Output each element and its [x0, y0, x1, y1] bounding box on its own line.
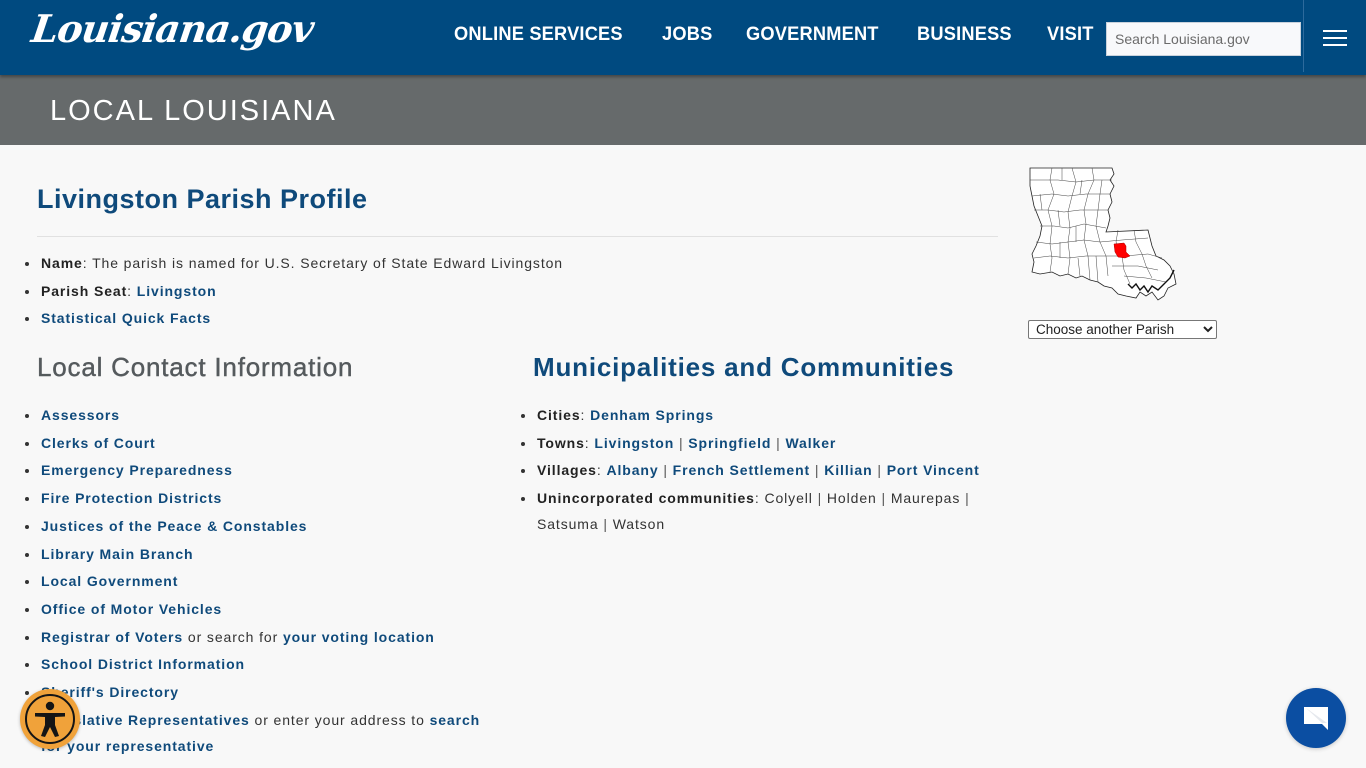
louisiana-parish-map[interactable] — [1028, 166, 1180, 302]
state-outline — [1029, 167, 1177, 301]
list-item: Cities: Denham Springs — [521, 402, 991, 430]
town-link[interactable]: Livingston — [594, 435, 674, 451]
list-item: Office of Motor Vehicles — [25, 596, 495, 624]
contact-heading: Local Contact Information — [37, 352, 354, 382]
top-navigation-bar: Louisiana.gov ONLINE SERVICES JOBS GOVER… — [0, 0, 1366, 75]
village-link[interactable]: French Settlement — [673, 462, 810, 478]
chat-button[interactable] — [1286, 688, 1346, 748]
town-link[interactable]: Springfield — [688, 435, 771, 451]
unincorporated-label: Unincorporated communities — [537, 490, 755, 507]
hamburger-line — [1323, 30, 1347, 32]
registrar-link[interactable]: Registrar of Voters — [41, 629, 183, 645]
section-title: LOCAL LOUISIANA — [50, 95, 337, 127]
parish-seat-label: Parish Seat — [41, 282, 128, 299]
parish-seat-link[interactable]: Livingston — [137, 283, 217, 299]
emergency-preparedness-link[interactable]: Emergency Preparedness — [41, 462, 233, 478]
school-district-link[interactable]: School District Information — [41, 656, 245, 672]
municipalities-list: Cities: Denham Springs Towns: Livingston… — [521, 402, 991, 537]
clerks-of-court-link[interactable]: Clerks of Court — [41, 435, 156, 451]
main-nav: ONLINE SERVICES JOBS GOVERNMENT BUSINESS… — [454, 24, 1096, 46]
nav-divider — [1303, 0, 1304, 72]
name-label: Name — [41, 255, 83, 271]
assessors-link[interactable]: Assessors — [41, 407, 120, 423]
quick-facts-link[interactable]: Statistical Quick Facts — [41, 310, 211, 326]
community-name: Watson — [612, 516, 666, 533]
nav-visit[interactable]: VISIT — [1047, 24, 1094, 46]
contact-list: Assessors Clerks of Court Emergency Prep… — [25, 402, 495, 759]
motor-vehicles-link[interactable]: Office of Motor Vehicles — [41, 601, 222, 617]
list-item: Legislative Representatives or enter you… — [25, 707, 495, 759]
town-link[interactable]: Walker — [785, 435, 836, 451]
list-item: Sheriff's Directory — [25, 679, 495, 707]
community-name: Maurepas — [890, 490, 961, 507]
towns-label: Towns — [537, 434, 585, 451]
list-item: Justices of the Peace & Constables — [25, 513, 495, 541]
list-item: Statistical Quick Facts — [25, 305, 563, 333]
hamburger-menu-icon[interactable] — [1323, 30, 1347, 46]
community-name: Colyell — [764, 490, 813, 507]
list-item: Clerks of Court — [25, 430, 495, 458]
local-government-link[interactable]: Local Government — [41, 573, 178, 589]
page-title: Livingston Parish Profile — [37, 184, 368, 214]
accessibility-button[interactable] — [20, 689, 80, 749]
villages-label: Villages — [537, 462, 597, 479]
nav-jobs[interactable]: JOBS — [662, 24, 712, 46]
search-input[interactable] — [1106, 22, 1301, 56]
list-item: Library Main Branch — [25, 541, 495, 569]
name-text: The parish is named for U.S. Secretary o… — [92, 255, 563, 271]
list-item: Registrar of Voters or search for your v… — [25, 624, 495, 652]
parish-select[interactable]: Choose another Parish — [1028, 320, 1217, 339]
list-item: Name: The parish is named for U.S. Secre… — [25, 250, 563, 278]
accessibility-icon — [35, 701, 65, 737]
village-link[interactable]: Port Vincent — [887, 462, 980, 478]
chat-icon — [1304, 707, 1328, 730]
list-item: Unincorporated communities: Colyell | Ho… — [521, 485, 991, 537]
list-item: Emergency Preparedness — [25, 457, 495, 485]
registrar-text: or search for — [183, 628, 283, 645]
hamburger-line — [1323, 37, 1347, 39]
village-link[interactable]: Albany — [606, 462, 658, 478]
village-link[interactable]: Killian — [824, 462, 872, 478]
list-item: Local Government — [25, 568, 495, 596]
list-item: Villages: Albany | French Settlement | K… — [521, 457, 991, 485]
title-divider — [37, 236, 998, 237]
section-banner: LOCAL LOUISIANA — [0, 75, 1366, 145]
justices-link[interactable]: Justices of the Peace & Constables — [41, 518, 307, 534]
nav-government[interactable]: GOVERNMENT — [746, 24, 879, 46]
list-item: School District Information — [25, 651, 495, 679]
library-link[interactable]: Library Main Branch — [41, 546, 193, 562]
reps-text: or enter your address to — [249, 711, 430, 728]
nav-business[interactable]: BUSINESS — [917, 24, 1012, 46]
hamburger-line — [1323, 44, 1347, 46]
fire-protection-link[interactable]: Fire Protection Districts — [41, 490, 222, 506]
community-name: Satsuma — [537, 516, 599, 533]
voting-location-link[interactable]: your voting location — [283, 629, 435, 645]
site-logo[interactable]: Louisiana.gov — [29, 6, 316, 51]
municipalities-heading: Municipalities and Communities — [533, 352, 955, 382]
nav-online-services[interactable]: ONLINE SERVICES — [454, 24, 623, 46]
cities-label: Cities — [537, 407, 581, 423]
profile-list: Name: The parish is named for U.S. Secre… — [25, 250, 563, 333]
list-item: Parish Seat: Livingston — [25, 278, 563, 306]
list-item: Towns: Livingston | Springfield | Walker — [521, 430, 991, 458]
list-item: Assessors — [25, 402, 495, 430]
list-item: Fire Protection Districts — [25, 485, 495, 513]
community-name: Holden — [826, 490, 877, 507]
city-link[interactable]: Denham Springs — [590, 407, 714, 423]
